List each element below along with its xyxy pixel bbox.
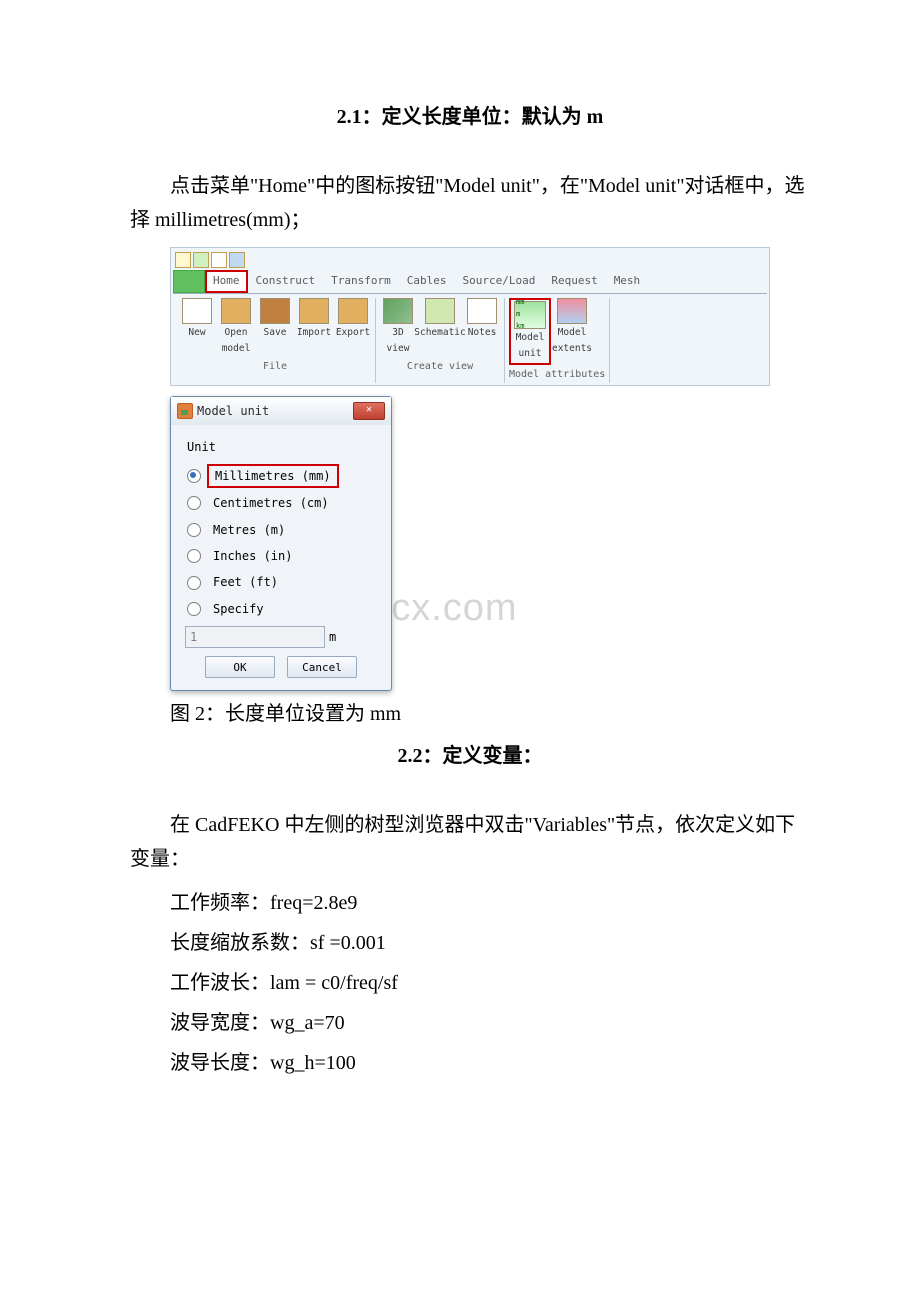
radio-dot-icon bbox=[187, 469, 201, 483]
radio-dot-icon bbox=[187, 576, 201, 590]
var-lam: 工作波长：lam = c0/freq/sf bbox=[130, 966, 810, 1000]
paragraph-2: 在 CadFEKO 中左侧的树型浏览器中双击"Variables"节点，依次定义… bbox=[130, 808, 810, 876]
folder-icon bbox=[221, 298, 251, 324]
unit-group-label: Unit bbox=[187, 437, 377, 457]
var-freq: 工作频率：freq=2.8e9 bbox=[130, 886, 810, 920]
new-button[interactable]: New bbox=[179, 298, 215, 357]
page-icon bbox=[182, 298, 212, 324]
radio-dot-icon bbox=[187, 602, 201, 616]
tab-construct[interactable]: Construct bbox=[248, 270, 324, 293]
radio-dot-icon bbox=[187, 523, 201, 537]
tab-transform[interactable]: Transform bbox=[323, 270, 399, 293]
create-view-group-label: Create view bbox=[380, 358, 500, 375]
tab-source-load[interactable]: Source/Load bbox=[454, 270, 543, 293]
var-wg-a: 波导宽度：wg_a=70 bbox=[130, 1006, 810, 1040]
disk-icon bbox=[260, 298, 290, 324]
tab-cables[interactable]: Cables bbox=[399, 270, 455, 293]
notes-button[interactable]: Notes bbox=[464, 298, 500, 357]
export-button[interactable]: Export bbox=[335, 298, 371, 357]
toolbar-screenshot: Home Construct Transform Cables Source/L… bbox=[170, 247, 770, 386]
open-model-button[interactable]: Open model bbox=[218, 298, 254, 357]
feko-icon bbox=[177, 403, 193, 419]
paragraph-1: 点击菜单"Home"中的图标按钮"Model unit"，在"Model uni… bbox=[130, 169, 810, 237]
model-extents-button[interactable]: Model extents bbox=[554, 298, 590, 365]
model-attributes-group-label: Model attributes bbox=[509, 366, 605, 383]
tab-request[interactable]: Request bbox=[543, 270, 605, 293]
model-unit-dialog: Model unit ✕ Unit Millimetres (mm) Centi… bbox=[170, 396, 392, 691]
radio-inches[interactable]: Inches (in) bbox=[187, 545, 375, 567]
3d-view-button[interactable]: 3D view bbox=[380, 298, 416, 357]
var-sf: 长度缩放系数：sf =0.001 bbox=[130, 926, 810, 960]
box-icon bbox=[557, 298, 587, 324]
file-group-label: File bbox=[179, 358, 371, 375]
dialog-title: Model unit bbox=[197, 401, 269, 421]
import-button[interactable]: Import bbox=[296, 298, 332, 357]
tab-home[interactable]: Home bbox=[205, 270, 248, 293]
radio-metres[interactable]: Metres (m) bbox=[187, 519, 375, 541]
specify-value-input[interactable] bbox=[185, 626, 325, 648]
radio-specify[interactable]: Specify bbox=[187, 598, 375, 620]
heading-2-2: 2.2：定义变量： bbox=[130, 739, 810, 773]
quick-access-toolbar bbox=[173, 250, 767, 270]
import-icon bbox=[299, 298, 329, 324]
radio-millimetres[interactable]: Millimetres (mm) bbox=[187, 464, 375, 488]
radio-feet[interactable]: Feet (ft) bbox=[187, 571, 375, 593]
model-unit-button[interactable]: mmmkm Model unit bbox=[512, 301, 548, 362]
schematic-icon bbox=[425, 298, 455, 324]
heading-2-1: 2.1：定义长度单位：默认为 m bbox=[130, 100, 810, 134]
ribbon-tabs: Home Construct Transform Cables Source/L… bbox=[173, 270, 767, 294]
schematic-button[interactable]: Schematic bbox=[419, 298, 461, 357]
cancel-button[interactable]: Cancel bbox=[287, 656, 357, 678]
save-button[interactable]: Save bbox=[257, 298, 293, 357]
radio-dot-icon bbox=[187, 496, 201, 510]
radio-centimetres[interactable]: Centimetres (cm) bbox=[187, 492, 375, 514]
model-unit-highlight: mmmkm Model unit bbox=[509, 298, 551, 365]
close-button[interactable]: ✕ bbox=[353, 402, 385, 420]
var-wg-h: 波导长度：wg_h=100 bbox=[130, 1046, 810, 1080]
radio-dot-icon bbox=[187, 549, 201, 563]
figure-caption: 图 2：长度单位设置为 mm bbox=[130, 697, 810, 731]
tab-mesh[interactable]: Mesh bbox=[606, 270, 649, 293]
ruler-icon: mmmkm bbox=[514, 301, 546, 329]
ok-button[interactable]: OK bbox=[205, 656, 275, 678]
export-icon bbox=[338, 298, 368, 324]
cube-icon bbox=[383, 298, 413, 324]
notes-icon bbox=[467, 298, 497, 324]
specify-unit-label: m bbox=[329, 627, 336, 647]
